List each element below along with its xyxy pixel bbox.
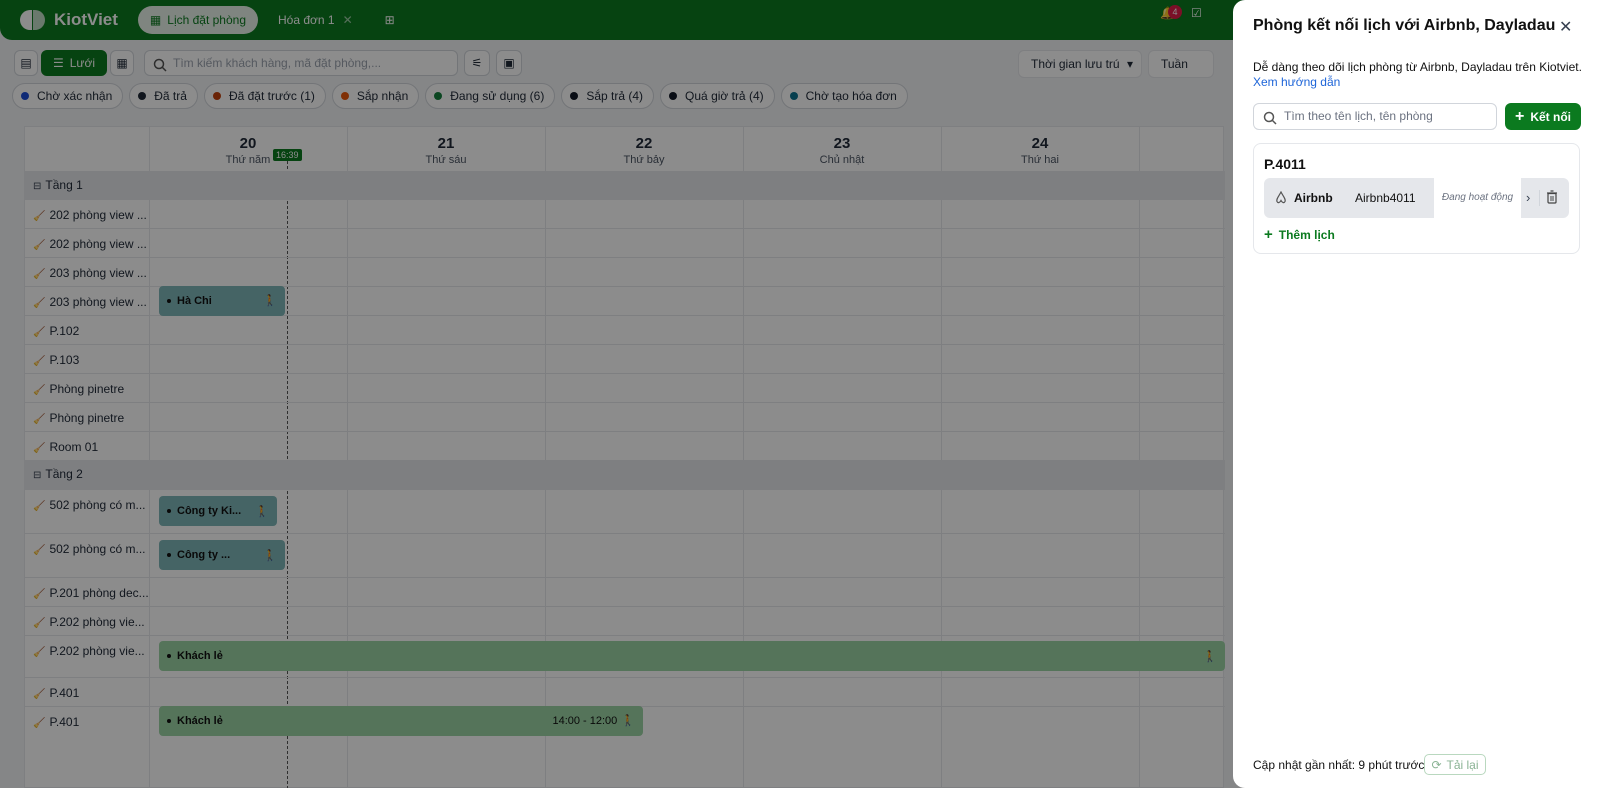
plus-icon: + (1264, 226, 1273, 243)
calendar-name: Airbnb4011 (1355, 191, 1416, 205)
calendar-sync-panel: Phòng kết nối lịch với Airbnb, Dayladau … (1233, 0, 1600, 788)
add-calendar-label: Thêm lịch (1278, 227, 1335, 242)
reload-button[interactable]: ⟳ Tải lại (1424, 754, 1486, 775)
add-calendar-button[interactable]: + Thêm lịch (1264, 226, 1335, 243)
calendar-source: Airbnb (1294, 191, 1333, 205)
connected-calendar-row[interactable]: Airbnb Airbnb4011 Đang hoạt động › (1264, 178, 1569, 218)
airbnb-icon (1275, 190, 1287, 207)
panel-title: Phòng kết nối lịch với Airbnb, Dayladau (1253, 17, 1556, 34)
plus-icon: + (1514, 107, 1525, 125)
calendar-status: Đang hoạt động (1434, 178, 1521, 218)
trash-icon[interactable] (1546, 190, 1558, 207)
search-icon (1263, 109, 1277, 134)
room-name: P.4011 (1264, 156, 1306, 172)
divider (1539, 190, 1540, 206)
calendar-search-input[interactable]: Tìm theo tên lịch, tên phòng (1253, 103, 1497, 130)
connect-label: Kết nối (1530, 109, 1571, 124)
search-placeholder: Tìm theo tên lịch, tên phòng (1284, 109, 1433, 123)
room-calendar-card: P.4011 Airbnb Airbnb4011 Đang hoạt động … (1253, 143, 1580, 254)
panel-description: Dễ dàng theo dõi lịch phòng từ Airbnb, D… (1253, 60, 1582, 74)
close-icon[interactable]: ✕ (1559, 17, 1572, 37)
guide-link[interactable]: Xem hướng dẫn (1253, 75, 1340, 89)
refresh-icon: ⟳ (1431, 757, 1442, 772)
connect-button[interactable]: + Kết nối (1505, 103, 1581, 130)
chevron-right-icon[interactable]: › (1526, 190, 1530, 205)
reload-label: Tải lại (1446, 757, 1479, 772)
last-updated-text: Cập nhật gần nhất: 9 phút trước (1253, 758, 1425, 772)
